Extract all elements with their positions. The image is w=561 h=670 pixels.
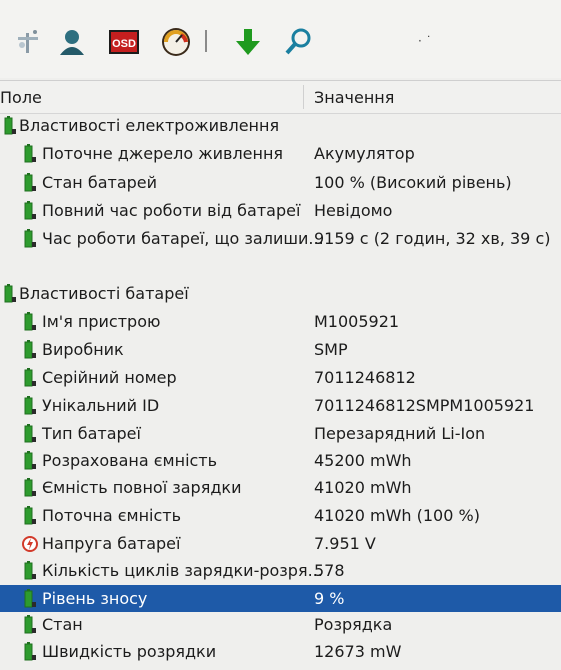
property-name: Ім'я пристрою <box>42 312 161 331</box>
list-item[interactable]: Унікальний ID 7011246812SMPM1005921 <box>0 392 561 419</box>
property-name: Розрахована ємність <box>42 451 218 470</box>
section-title: Властивості батареї <box>19 284 189 303</box>
list-item[interactable]: Час роботи батареї, що залиши... 9159 с (… <box>0 225 561 252</box>
battery-icon <box>22 312 38 332</box>
property-value: M1005921 <box>314 312 400 331</box>
battery-icon <box>2 284 18 304</box>
property-value: Перезарядний Li-Ion <box>314 424 486 443</box>
battery-icon <box>22 561 38 581</box>
battery-icon <box>2 116 18 136</box>
network-tool-icon[interactable] <box>12 26 44 58</box>
battery-icon <box>22 615 38 635</box>
property-name: Поточна ємність <box>42 506 182 525</box>
battery-icon <box>22 396 38 416</box>
list-item[interactable]: Швидкість розрядки 12673 mW <box>0 638 561 665</box>
column-header-field[interactable]: Поле <box>0 88 42 107</box>
property-value: 9 % <box>314 589 345 608</box>
property-name: Рівень зносу <box>42 589 148 608</box>
property-value: 578 <box>314 561 345 580</box>
section-header[interactable]: Властивості батареї <box>0 280 561 307</box>
list-item[interactable]: Розрахована ємність 45200 mWh <box>0 447 561 474</box>
list-item[interactable]: Поточна ємність 41020 mWh (100 %) <box>0 502 561 529</box>
battery-icon <box>22 368 38 388</box>
column-header-value[interactable]: Значення <box>314 88 394 107</box>
download-arrow-icon[interactable] <box>232 26 264 58</box>
property-value: Невідомо <box>314 201 393 220</box>
property-name: Швидкість розрядки <box>42 642 217 661</box>
battery-icon <box>22 478 38 498</box>
section-header[interactable]: Властивості електроживлення <box>0 112 561 139</box>
osd-icon[interactable]: OSD <box>108 26 140 58</box>
property-value: 7011246812SMPM1005921 <box>314 396 535 415</box>
property-name: Виробник <box>42 340 124 359</box>
property-value: Розрядка <box>314 615 393 634</box>
property-value: 41020 mWh (100 %) <box>314 506 480 525</box>
list-item[interactable]: Ім'я пристрою M1005921 <box>0 308 561 335</box>
property-name: Тип батареї <box>42 424 141 443</box>
property-name: Стан батарей <box>42 173 158 192</box>
list-item[interactable]: Повний час роботи від батареї Невідомо <box>0 197 561 224</box>
property-value: Акумулятор <box>314 144 415 163</box>
battery-icon <box>22 451 38 471</box>
property-value: SMP <box>314 340 348 359</box>
battery-icon <box>22 144 38 164</box>
property-value: 7011246812 <box>314 368 416 387</box>
toolbar: OSD · ˙ <box>0 0 561 78</box>
list-item[interactable]: Стан Розрядка <box>0 611 561 638</box>
section-title: Властивості електроживлення <box>19 116 280 135</box>
battery-icon <box>22 642 38 662</box>
gauge-icon[interactable] <box>160 26 192 58</box>
property-name: Напруга батареї <box>42 534 181 553</box>
list-header: Поле Значення <box>0 80 561 114</box>
search-icon[interactable] <box>282 26 314 58</box>
property-value: 100 % (Високий рівень) <box>314 173 512 192</box>
list-item[interactable]: Поточне джерело живлення Акумулятор <box>0 140 561 167</box>
property-name: Кількість циклів зарядки-розря... <box>42 561 323 580</box>
property-name: Час роботи батареї, що залиши... <box>42 229 324 248</box>
property-name: Поточне джерело живлення <box>42 144 284 163</box>
osd-label: OSD <box>112 38 136 50</box>
battery-icon <box>22 424 38 444</box>
battery-icon <box>22 506 38 526</box>
battery-icon <box>22 173 38 193</box>
user-icon[interactable] <box>56 26 88 58</box>
property-value: 45200 mWh <box>314 451 412 470</box>
property-value: 9159 с (2 годин, 32 хв, 39 с) <box>314 229 551 248</box>
property-value: 41020 mWh <box>314 478 412 497</box>
list-item[interactable]: Кількість циклів зарядки-розря... 578 <box>0 557 561 584</box>
voltage-warning-icon <box>22 534 38 554</box>
battery-icon <box>22 201 38 221</box>
property-name: Серійний номер <box>42 368 177 387</box>
property-value: 12673 mW <box>314 642 402 661</box>
column-divider[interactable] <box>303 85 304 109</box>
battery-icon <box>22 229 38 249</box>
list-item[interactable]: Ємність повної зарядки 41020 mWh <box>0 474 561 501</box>
list-item[interactable]: Стан батарей 100 % (Високий рівень) <box>0 169 561 196</box>
battery-icon <box>22 340 38 360</box>
battery-icon <box>22 589 38 609</box>
property-name: Повний час роботи від батареї <box>42 201 301 220</box>
toolbar-dots: · ˙ <box>418 34 432 48</box>
property-name: Стан <box>42 615 83 634</box>
list-item[interactable]: Виробник SMP <box>0 336 561 363</box>
list-item[interactable]: Тип батареї Перезарядний Li-Ion <box>0 420 561 447</box>
property-name: Ємність повної зарядки <box>42 478 242 497</box>
list-item[interactable]: Серійний номер 7011246812 <box>0 364 561 391</box>
list-item[interactable]: Напруга батареї 7.951 V <box>0 530 561 557</box>
property-name: Унікальний ID <box>42 396 160 415</box>
list-item[interactable]: Рівень зносу 9 % <box>0 585 561 612</box>
property-value: 7.951 V <box>314 534 376 553</box>
toolbar-separator <box>205 30 207 52</box>
